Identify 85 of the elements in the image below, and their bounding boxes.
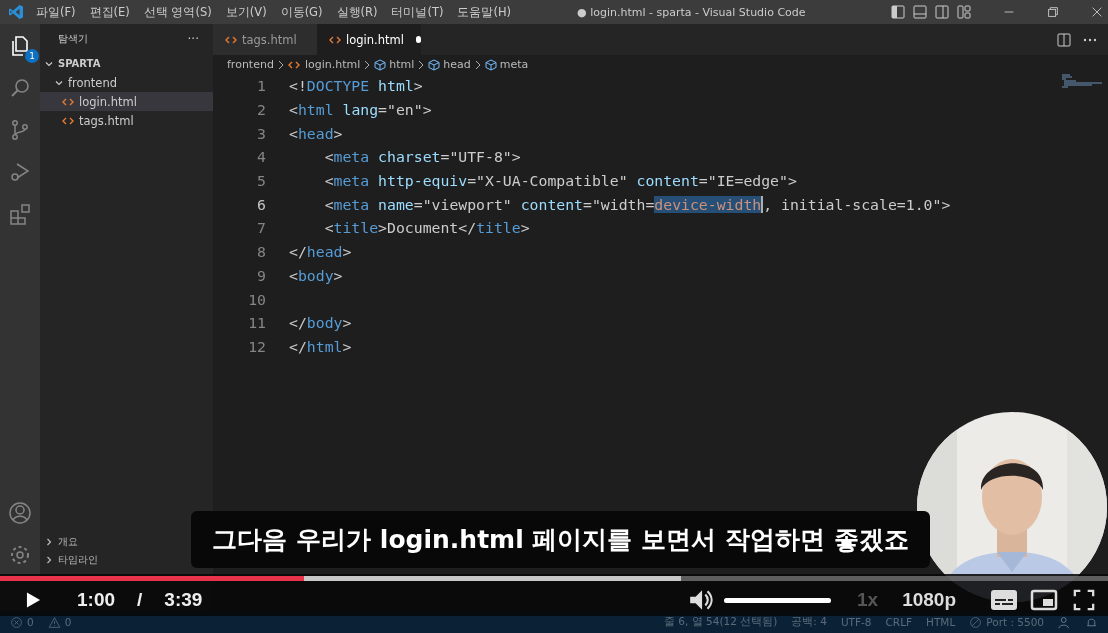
explorer-title: 탐색기 [58,32,88,46]
chevron-icon [363,59,372,70]
time-separator: / [137,589,143,611]
breadcrumb-item[interactable]: meta [499,58,529,71]
code-line: <title>Document</title> [323,219,530,237]
code-file-icon [329,35,341,44]
line-number: 6 [256,195,266,213]
restore-icon[interactable] [1046,5,1060,19]
breadcrumb-item[interactable]: login.html [304,58,361,71]
line-number: 12 [247,337,266,355]
current-time: 1:00 [77,589,116,611]
person-icon[interactable] [1058,615,1071,629]
code-line: <html lang="en"> [289,101,432,119]
account-icon[interactable] [8,501,32,525]
line-number: 11 [247,314,266,332]
line-number: 4 [256,148,266,166]
menu-item[interactable]: 보기(V) [225,4,267,20]
code-line: <body> [289,266,343,284]
line-number: 10 [247,290,266,308]
window-title: ● login.html - sparta - Visual Studio Code [577,5,806,19]
menu-item[interactable]: 이동(G) [280,4,323,20]
code-file-icon [62,116,74,125]
layout-icon[interactable] [956,4,972,20]
notification-badge: 1 [25,49,39,63]
duration: 3:39 [164,589,203,611]
cube-icon [484,58,497,71]
file-item[interactable]: tags.html [40,111,213,130]
folder-item[interactable]: frontend [40,73,213,92]
breadcrumb-item[interactable]: head [443,58,471,71]
chevron-icon [276,59,285,70]
panel-toggle-icon[interactable] [912,4,928,20]
line-number: 7 [256,219,266,237]
code-file-icon [225,35,237,44]
sidebar-toggle-icon[interactable] [890,4,906,20]
code-line: <meta http-equiv="X-UA-Compatible" content="IE=edge"> [323,172,797,190]
more-actions-button[interactable]: ··· [187,32,199,46]
breadcrumb-item[interactable]: frontend [227,58,274,71]
file-item[interactable]: login.html [40,92,213,111]
breadcrumb-item[interactable]: html [389,58,415,71]
quality-button[interactable]: 1080p [902,589,956,611]
warning-icon[interactable] [47,615,61,629]
menu-item[interactable]: 터미널(T) [391,4,444,20]
cube-icon [428,58,441,71]
editor-tab[interactable]: tags.html [213,24,317,55]
code-file-icon [287,60,300,69]
run-debug-icon[interactable] [8,160,32,184]
line-number: 3 [256,124,266,142]
code-line: </body> [289,314,352,332]
code-line: </head> [289,243,352,261]
section-header[interactable]: 타임라인 [40,551,102,569]
miniplayer-icon[interactable] [1030,589,1058,611]
code-line: <meta charset="UTF-8"> [323,148,521,166]
code-line: <meta name="viewport" content="width=device-width, initial-scale=1.0"> [323,195,951,213]
no-entry-icon[interactable] [969,615,983,629]
code-line: <!DOCTYPE html> [289,77,423,95]
video-progress-bar[interactable] [0,576,1108,581]
settings-icon[interactable] [8,543,32,567]
menu-item[interactable]: 선택 영역(S) [143,4,212,20]
section-header[interactable]: 개요 [40,533,82,551]
line-number: 5 [256,172,266,190]
split-editor-icon[interactable] [1056,31,1072,48]
code-file-icon [62,97,74,106]
line-number: 1 [256,77,266,95]
volume-slider[interactable] [724,597,831,603]
close-icon[interactable] [1090,5,1104,19]
cube-icon [374,58,387,71]
chevron-icon [473,59,482,70]
code-line: </html> [289,337,352,355]
vscode-logo-icon [8,4,24,20]
chevron-icon [417,59,426,70]
menu-item[interactable]: 도움말(H) [457,4,512,20]
editor-tab[interactable]: login.html [317,24,421,55]
menu-item[interactable]: 파일(F) [36,4,76,20]
subtitle-caption: 그다음 우리가 login.html 페이지를 보면서 작업하면 좋겠죠 [191,511,930,568]
menu-item[interactable]: 실행(R) [336,4,378,20]
subtitles-icon[interactable] [990,589,1018,611]
split-layout-icon[interactable] [934,4,950,20]
extensions-icon[interactable] [8,202,32,226]
line-number: 2 [256,101,266,119]
error-icon[interactable] [10,615,23,629]
workspace-folder[interactable]: SPARTA [40,54,213,73]
code-line: <head> [289,124,343,142]
line-number: 8 [256,243,266,261]
line-number: 9 [256,266,266,284]
menu-item[interactable]: 편집(E) [89,4,130,20]
